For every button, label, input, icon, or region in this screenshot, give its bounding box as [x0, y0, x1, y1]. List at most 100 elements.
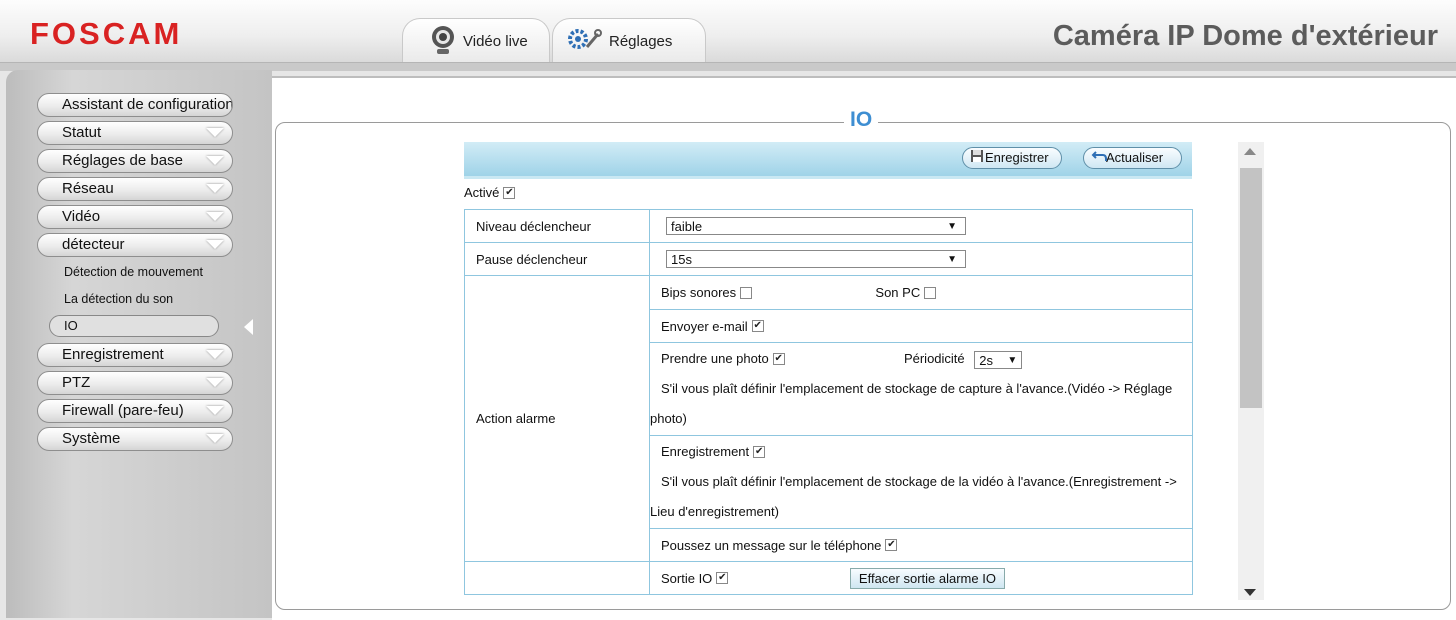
dropdown-arrow-icon: ▼ — [947, 254, 957, 265]
scroll-up-arrow-icon[interactable] — [1244, 148, 1256, 155]
foscam-logo: FOSCAM — [30, 16, 183, 51]
refresh-button[interactable]: Actualiser — [1083, 147, 1182, 169]
trigger-level-cell: faible ▼ — [649, 209, 1193, 243]
enabled-row: Activé ✔ — [464, 185, 516, 200]
trigger-pause-label: Pause déclencheur — [464, 242, 650, 276]
trigger-level-label: Niveau déclencheur — [464, 209, 650, 243]
sidebar-subitem-motion-detection[interactable]: Détection de mouvement — [64, 265, 203, 279]
dropdown-arrow-icon: ▼ — [1007, 354, 1018, 366]
sidebar-item-system[interactable]: Système — [37, 427, 233, 451]
dropdown-arrow-icon: ▼ — [947, 221, 957, 232]
tab-settings-label: Réglages — [609, 33, 673, 50]
push-checkbox[interactable]: ✔ — [885, 539, 898, 552]
table-row: Niveau déclencheur faible ▼ — [464, 209, 1193, 243]
empty-label-cell — [464, 561, 650, 595]
sidebar-item-video[interactable]: Vidéo — [37, 205, 233, 229]
sidebar-item-label: Réglages de base — [62, 152, 183, 169]
email-cell: Envoyer e-mail ✔ — [649, 309, 1193, 343]
refresh-button-label: Actualiser — [1106, 150, 1164, 165]
scroll-down-arrow-icon[interactable] — [1244, 589, 1256, 596]
chevron-down-icon — [206, 378, 224, 387]
sidebar-item-label: Vidéo — [62, 208, 101, 225]
snapshot-storage-note: S'il vous plaît définir l'emplacement de… — [650, 381, 1173, 426]
pc-sound-label: Son PC — [875, 285, 921, 300]
io-output-checkbox[interactable]: ✔ — [716, 572, 729, 585]
trigger-level-value: faible — [671, 219, 703, 234]
sidebar-item-label: Assistant de configuration — [62, 96, 233, 113]
table-row: Pause déclencheur 15s ▼ — [464, 242, 1193, 276]
trigger-level-select[interactable]: faible ▼ — [666, 217, 966, 235]
gears-icon — [567, 27, 603, 57]
pc-sound-checkbox[interactable] — [924, 286, 937, 299]
webcam-icon — [429, 24, 457, 60]
sidebar-item-label: Système — [62, 430, 121, 447]
chevron-down-icon — [206, 406, 224, 415]
email-checkbox[interactable]: ✔ — [751, 320, 764, 333]
alarm-action-label: Action alarme — [464, 275, 650, 562]
interval-label: Périodicité — [903, 351, 965, 366]
beeps-checkbox[interactable] — [740, 286, 753, 299]
enabled-checkbox[interactable]: ✔ — [503, 186, 516, 199]
beeps-label: Bips sonores — [661, 285, 737, 300]
record-cell: Enregistrement ✔ S'il vous plaît définir … — [649, 435, 1193, 529]
sidebar-item-setup-wizard[interactable]: Assistant de configuration — [37, 93, 233, 117]
save-button[interactable]: Enregistrer — [962, 147, 1062, 169]
sidebar: Assistant de configuration Statut Réglag… — [6, 70, 272, 618]
sidebar-item-firewall[interactable]: Firewall (pare-feu) — [37, 399, 233, 423]
table-row: Sortie IO ✔ Effacer sortie alarme IO — [464, 561, 1193, 595]
sidebar-item-label: détecteur — [62, 236, 125, 253]
sidebar-item-label: PTZ — [62, 374, 91, 391]
io-output-label: Sortie IO — [661, 570, 713, 586]
sidebar-item-label: Statut — [62, 124, 102, 141]
active-indicator-icon — [244, 319, 253, 335]
interval-value: 2s — [979, 352, 994, 368]
sidebar-item-ptz[interactable]: PTZ — [37, 371, 233, 395]
sidebar-item-label: Enregistrement — [62, 346, 164, 363]
chevron-down-icon — [206, 212, 224, 221]
sidebar-subitem-sound-detection[interactable]: La détection du son — [64, 292, 173, 306]
main-panel: IO Enregistrer Actualiser Activé ✔ Niveau… — [272, 76, 1456, 620]
snapshot-label: Prendre une photo — [661, 351, 769, 366]
interval-select[interactable]: 2s ▼ — [974, 350, 1023, 369]
sidebar-item-label: Firewall (pare-feu) — [62, 402, 184, 419]
scrollbar-thumb[interactable] — [1240, 168, 1262, 408]
trigger-pause-cell: 15s ▼ — [649, 242, 1193, 276]
sidebar-item-recording[interactable]: Enregistrement — [37, 343, 233, 367]
sidebar-item-basic-settings[interactable]: Réglages de base — [37, 149, 233, 173]
snapshot-checkbox[interactable]: ✔ — [772, 352, 785, 365]
clear-io-alarm-button[interactable]: Effacer sortie alarme IO — [849, 567, 1005, 589]
save-button-label: Enregistrer — [985, 150, 1049, 165]
app-header: FOSCAM Vidéo live Réglages Caméra IP Dom… — [0, 0, 1456, 66]
sidebar-subitem-io[interactable]: IO — [49, 315, 219, 337]
floppy-disk-icon — [970, 149, 984, 169]
tab-live-video-label: Vidéo live — [463, 33, 528, 50]
push-label: Poussez un message sur le téléphone — [661, 537, 882, 553]
trigger-pause-value: 15s — [671, 252, 692, 267]
io-settings-table: Niveau déclencheur faible ▼ Pause déclenc… — [464, 209, 1193, 595]
push-cell: Poussez un message sur le téléphone ✔ — [649, 528, 1193, 562]
sidebar-item-detector[interactable]: détecteur — [37, 233, 233, 257]
enabled-label: Activé — [464, 185, 500, 200]
toolbar: Enregistrer Actualiser — [464, 142, 1192, 176]
sidebar-item-status[interactable]: Statut — [37, 121, 233, 145]
chevron-down-icon — [206, 156, 224, 165]
sidebar-item-label: Réseau — [62, 180, 114, 197]
record-checkbox[interactable]: ✔ — [753, 445, 766, 458]
snapshot-cell: Prendre une photo ✔ Périodicité 2s ▼ S'il … — [649, 342, 1193, 436]
io-output-cell: Sortie IO ✔ Effacer sortie alarme IO — [649, 561, 1193, 595]
section-title: IO — [844, 108, 879, 132]
chevron-down-icon — [206, 184, 224, 193]
trigger-pause-select[interactable]: 15s ▼ — [666, 250, 966, 268]
chevron-down-icon — [206, 350, 224, 359]
record-label: Enregistrement — [661, 444, 750, 459]
email-label: Envoyer e-mail — [661, 318, 748, 334]
toolbar-underline — [464, 176, 1192, 179]
chevron-down-icon — [206, 434, 224, 443]
chevron-down-icon — [206, 240, 224, 249]
refresh-arrow-icon — [1091, 149, 1107, 169]
tab-settings[interactable]: Réglages — [552, 18, 706, 64]
device-title: Caméra IP Dome d'extérieur — [1052, 20, 1438, 52]
sidebar-item-network[interactable]: Réseau — [37, 177, 233, 201]
vertical-scrollbar[interactable] — [1238, 142, 1264, 600]
tab-live-video[interactable]: Vidéo live — [402, 18, 550, 64]
